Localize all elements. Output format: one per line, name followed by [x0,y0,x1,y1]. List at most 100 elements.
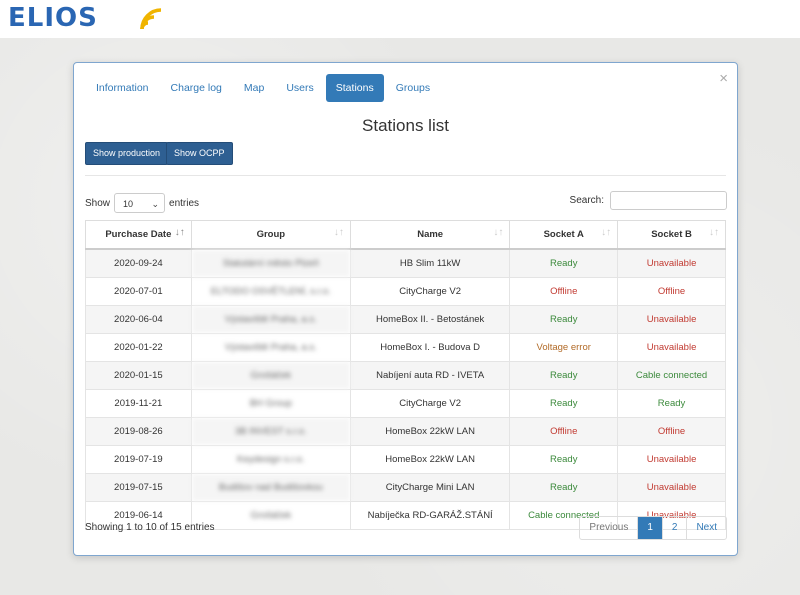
cell-name: Nabíječka RD-GARÁŽ.STÁNÍ [349,501,511,530]
sort-asc-icon: ↓↑ [174,227,185,238]
entries-length-control: Show 10 ⌄ entries [85,192,199,214]
tab-stations[interactable]: Stations [325,74,384,102]
sort-icon: ↓↑ [333,227,344,238]
cell-name: HB Slim 11kW [349,248,511,278]
cell-socket-b: Unavailable [617,248,726,278]
tab-groups[interactable]: Groups [386,74,440,102]
table-header-row: Purchase Date ↓↑ Group ↓↑ Name ↓↑ Socket… [85,220,726,250]
stations-modal: × Information Charge log Map Users Stati… [73,62,738,556]
cell-purchase-date: 2019-07-15 [85,473,192,502]
cell-purchase-date: 2020-07-01 [85,277,192,306]
tab-map[interactable]: Map [234,74,274,102]
cell-name: Nabíjení auta RD - IVETA [349,361,511,390]
table-info: Showing 1 to 10 of 15 entries [85,522,215,533]
cell-group: 3B INVEST s.r.o. [190,417,351,446]
cell-name: CityCharge V2 [349,389,511,418]
cell-socket-a: Offline [509,417,619,446]
cell-socket-a: Ready [509,389,619,418]
close-icon[interactable]: × [719,71,728,86]
cell-group: Grošáček [190,361,351,390]
cell-group: ELTODO OSVĚTLENÍ, s.r.o. [190,277,351,306]
cell-group: BH Group [190,389,351,418]
cell-name: HomeBox II. - Betostánek [349,305,511,334]
cell-group: Výstaviště Praha, a.s. [190,305,351,334]
cell-socket-b: Unavailable [617,333,726,362]
divider [85,175,726,176]
table-row[interactable]: 2019-11-21 BH Group CityCharge V2 Ready Read… [85,389,726,418]
search-input[interactable] [610,191,727,210]
sort-icon: ↓↑ [709,227,719,238]
entries-select[interactable]: 10 ⌄ [114,193,166,213]
cell-purchase-date: 2019-07-19 [85,445,192,474]
cell-socket-a: Ready [509,305,619,334]
page-title: Stations list [362,116,449,135]
search-label: Search: [569,195,604,206]
cell-socket-b: Offline [617,277,726,306]
column-header-purchase-date[interactable]: Purchase Date ↓↑ [85,220,192,250]
pagination-page-1[interactable]: 1 [637,517,662,539]
cell-purchase-date: 2020-01-15 [85,361,192,390]
table-row[interactable]: 2019-07-15 Budišov nad Budišovkou CityChar… [85,473,726,502]
cell-group: Budišov nad Budišovkou [190,473,351,502]
column-header-socket-b[interactable]: Socket B ↓↑ [617,220,726,250]
show-ocpp-button[interactable]: Show OCPP [166,142,233,165]
cell-socket-b: Offline [617,417,726,446]
pagination-page-2[interactable]: 2 [661,517,687,539]
show-production-button[interactable]: Show production [85,142,169,165]
cell-socket-a: Ready [509,248,619,278]
cell-purchase-date: 2019-08-26 [85,417,192,446]
table-row[interactable]: 2020-07-01 ELTODO OSVĚTLENÍ, s.r.o. CityCh… [85,277,726,306]
cell-socket-b: Unavailable [617,473,726,502]
cell-socket-b: Unavailable [617,445,726,474]
cell-socket-b: Unavailable [617,305,726,334]
cell-name: CityCharge V2 [349,277,511,306]
cell-name: CityCharge Mini LAN [349,473,511,502]
cell-name: HomeBox I. - Budova D [349,333,511,362]
stations-table: Purchase Date ↓↑ Group ↓↑ Name ↓↑ Socket… [85,220,726,530]
table-row[interactable]: 2019-08-26 3B INVEST s.r.o. HomeBox 22kW L… [85,417,726,446]
pagination-next[interactable]: Next [686,517,726,539]
cell-purchase-date: 2019-11-21 [85,389,192,418]
cell-socket-a: Offline [509,277,619,306]
cell-socket-b: Cable connected [617,361,726,390]
wifi-waves-icon [140,8,162,30]
table-row[interactable]: 2020-09-24 Statutární město Plzeň HB Slim … [85,248,726,278]
search-control: Search: [570,191,727,210]
sort-icon: ↓↑ [493,227,504,238]
cell-socket-b: Ready [617,389,726,418]
tab-users[interactable]: Users [276,74,323,102]
cell-socket-a: Ready [509,361,619,390]
cell-name: HomeBox 22kW LAN [349,445,511,474]
table-row[interactable]: 2020-01-22 Výstaviště Praha, a.s. HomeBox … [85,333,726,362]
tab-information[interactable]: Information [86,74,159,102]
cell-purchase-date: 2020-09-24 [85,248,192,278]
cell-name: HomeBox 22kW LAN [349,417,511,446]
column-header-group[interactable]: Group ↓↑ [190,220,351,250]
table-row[interactable]: 2019-07-19 Keydesign s.r.o. HomeBox 22kW L… [85,445,726,474]
column-header-name[interactable]: Name ↓↑ [349,220,511,250]
table-row[interactable]: 2020-06-04 Výstaviště Praha, a.s. HomeBox … [85,305,726,334]
length-suffix-label: entries [169,197,200,209]
table-body: 2020-09-24 Statutární město Plzeň HB Slim … [85,248,726,530]
cell-group: Grošáček [190,501,351,530]
chevron-down-icon: ⌄ [151,199,160,209]
top-bar: ELIOS [0,0,800,38]
cell-group: Výstaviště Praha, a.s. [190,333,351,362]
entries-select-value: 10 [123,199,134,209]
length-prefix-label: Show [85,197,111,209]
table-row[interactable]: 2020-01-15 Grošáček Nabíjení auta RD - IVE… [85,361,726,390]
cell-group: Statutární město Plzeň [190,248,351,278]
column-header-socket-a[interactable]: Socket A ↓↑ [509,220,619,250]
logo: ELIOS [8,3,98,33]
cell-socket-a: Ready [509,445,619,474]
cell-group: Keydesign s.r.o. [190,445,351,474]
cell-socket-a: Voltage error [509,333,619,362]
cell-purchase-date: 2020-06-04 [85,305,192,334]
pagination: Previous 1 2 Next [579,516,727,540]
tab-bar: Information Charge log Map Users Station… [86,74,442,102]
cell-socket-a: Ready [509,473,619,502]
pagination-previous[interactable]: Previous [580,517,637,539]
sort-icon: ↓↑ [601,227,612,238]
tab-charge-log[interactable]: Charge log [161,74,232,102]
cell-purchase-date: 2020-01-22 [85,333,192,362]
